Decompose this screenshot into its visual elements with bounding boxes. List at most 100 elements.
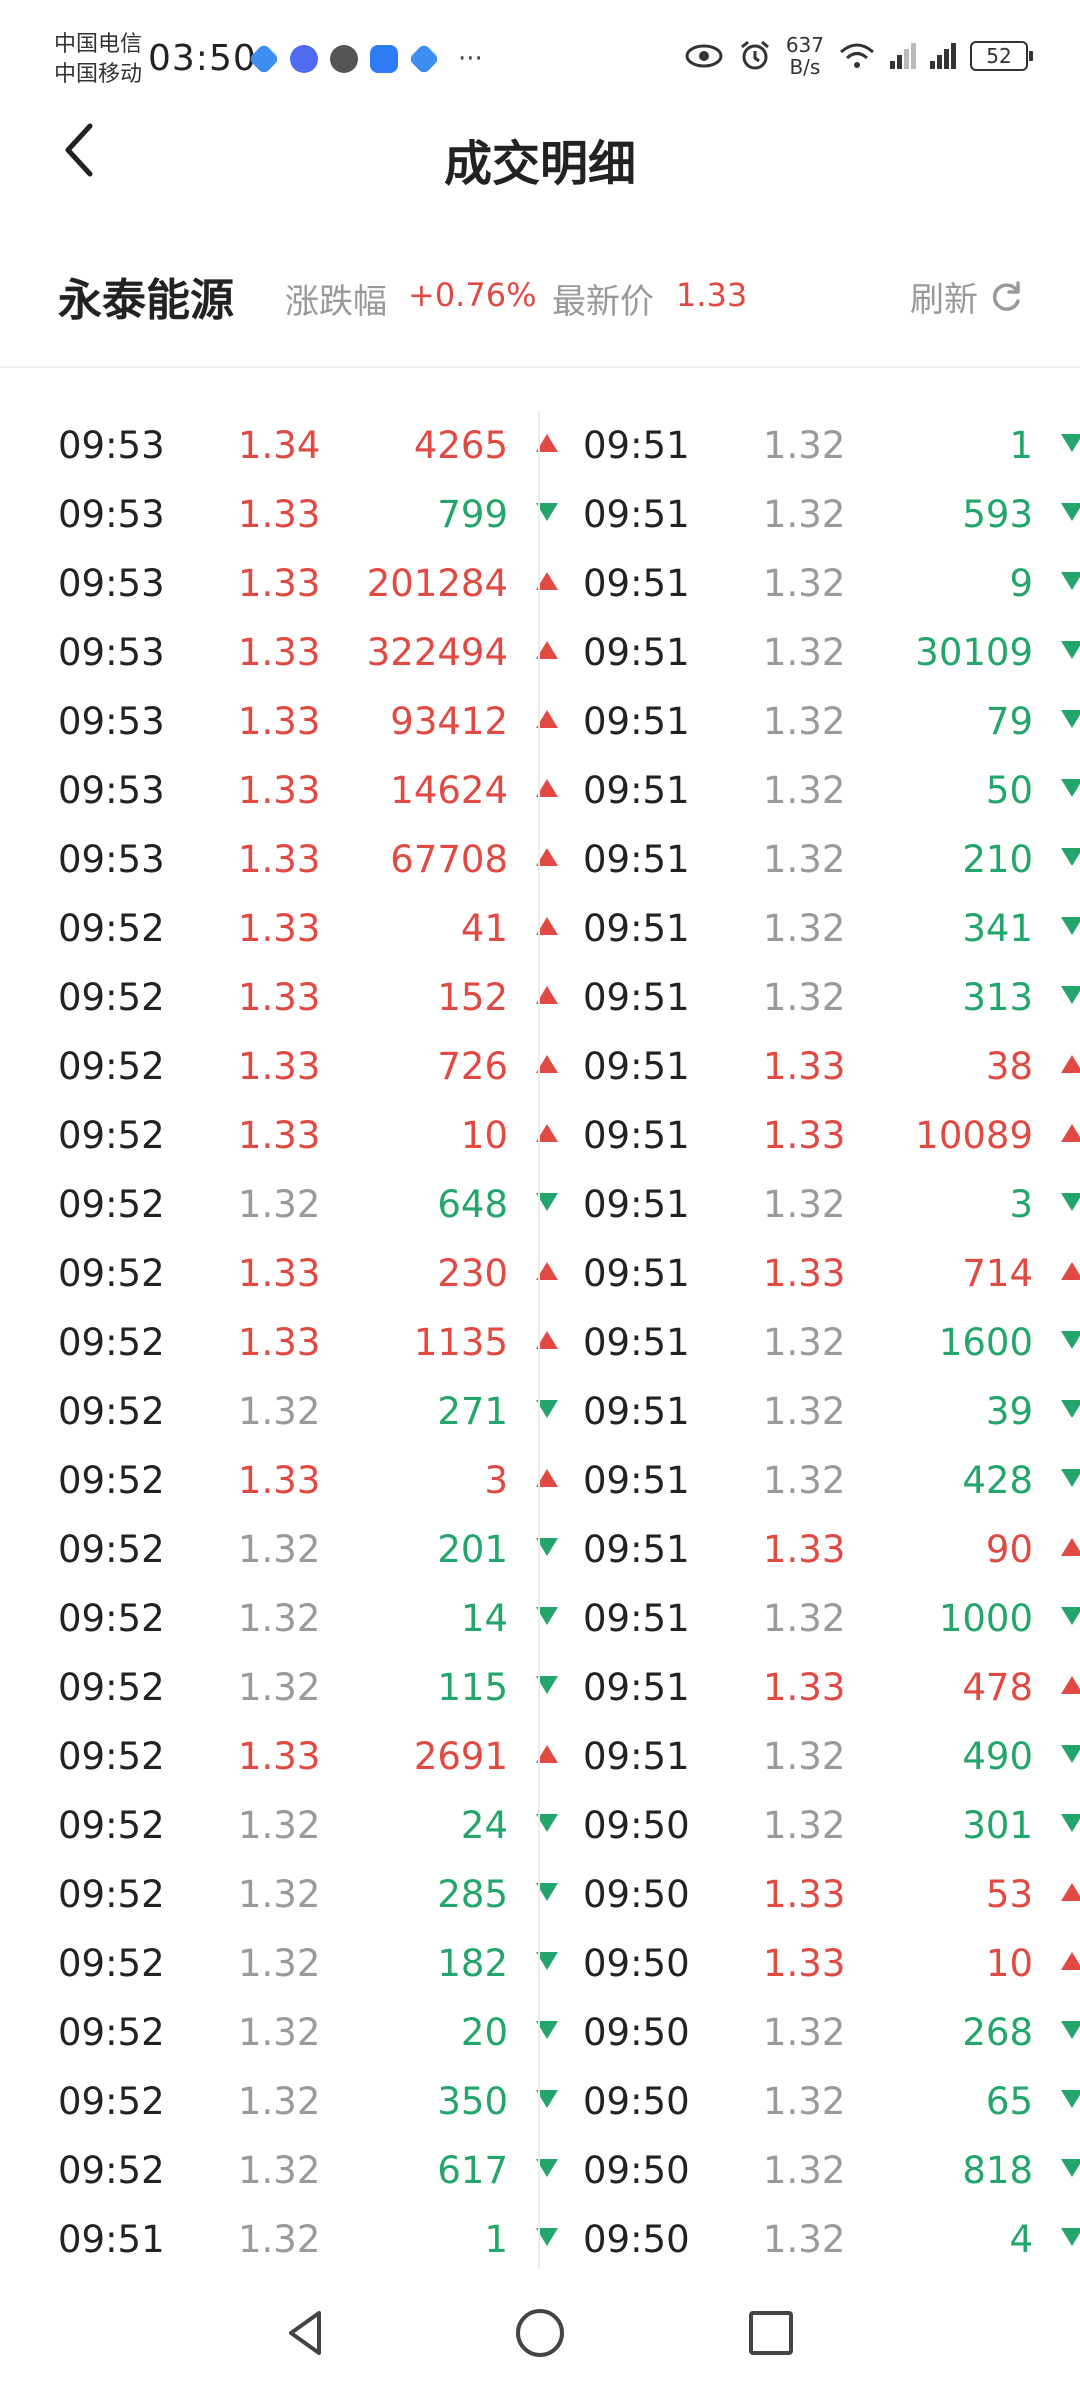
arrow-down-icon: [1061, 2021, 1080, 2039]
trade-row: 09:51 1.32 1: [58, 2204, 568, 2273]
trade-time: 09:50: [583, 2080, 690, 2123]
trade-row: 09:52 1.32 350: [58, 2066, 568, 2135]
trade-row: 09:51 1.32 490: [583, 1721, 1080, 1790]
trade-volume: 350: [437, 2080, 508, 2123]
arrow-up-icon: [1061, 1124, 1080, 1142]
trade-price: 1.32: [763, 1735, 846, 1778]
trade-row: 09:51 1.32 30109: [583, 617, 1080, 686]
arrow-down-icon: [1061, 1469, 1080, 1487]
browser-app-icon-2: [408, 43, 440, 75]
trade-volume: 230: [437, 1252, 508, 1295]
trade-row: 09:51 1.32 313: [583, 962, 1080, 1031]
trade-price: 1.32: [238, 1942, 321, 1985]
trade-price: 1.32: [763, 769, 846, 812]
trade-price: 1.32: [763, 424, 846, 467]
trade-price: 1.32: [763, 493, 846, 536]
trade-row: 09:52 1.32 648: [58, 1169, 568, 1238]
trade-time: 09:53: [58, 700, 165, 743]
trade-time: 09:52: [58, 2011, 165, 2054]
trade-price: 1.33: [238, 976, 321, 1019]
trade-volume: 30109: [915, 631, 1033, 674]
trade-volume: 14624: [390, 769, 508, 812]
nav-back-button[interactable]: [272, 2298, 342, 2368]
trade-volume: 490: [962, 1735, 1033, 1778]
trade-row: 09:50 1.32 268: [583, 1997, 1080, 2066]
price-value: 1.33: [676, 276, 748, 314]
trade-row: 09:50 1.32 4: [583, 2204, 1080, 2273]
trade-price: 1.33: [763, 1252, 846, 1295]
browser-app-icon: [248, 43, 280, 75]
arrow-up-icon: [1061, 1055, 1080, 1073]
trade-volume: 14: [460, 1597, 508, 1640]
trade-row: 09:51 1.33 38: [583, 1031, 1080, 1100]
trade-volume: 593: [962, 493, 1033, 536]
trade-time: 09:52: [58, 1804, 165, 1847]
trade-row: 09:52 1.32 14: [58, 1583, 568, 1652]
nav-home-button[interactable]: [505, 2298, 575, 2368]
trade-price: 1.32: [763, 2218, 846, 2261]
trade-price: 1.33: [763, 1873, 846, 1916]
trade-details-list[interactable]: 09:53 1.34 4265 09:53 1.33 799 09:53 1.33 201284…: [0, 410, 1080, 2270]
trade-time: 09:53: [58, 631, 165, 674]
trade-row: 09:52 1.33 10: [58, 1100, 568, 1169]
trade-row: 09:52 1.32 115: [58, 1652, 568, 1721]
trade-price: 1.33: [238, 562, 321, 605]
trade-row: 09:52 1.32 271: [58, 1376, 568, 1445]
stock-name: 永泰能源: [58, 275, 234, 326]
trade-row: 09:52 1.33 3: [58, 1445, 568, 1514]
trade-row: 09:51 1.32 1: [583, 410, 1080, 479]
trade-volume: 201: [437, 1528, 508, 1571]
trade-time: 09:52: [58, 1252, 165, 1295]
trade-price: 1.33: [763, 1528, 846, 1571]
trade-time: 09:50: [583, 1804, 690, 1847]
trade-price: 1.33: [763, 1666, 846, 1709]
arrow-down-icon: [1061, 2159, 1080, 2177]
refresh-button[interactable]: 刷新: [910, 272, 1024, 321]
trade-row: 09:51 1.32 50: [583, 755, 1080, 824]
speed-value: 637: [785, 33, 824, 57]
trade-volume: 2691: [413, 1735, 508, 1778]
trade-price: 1.32: [763, 907, 846, 950]
trade-volume: 285: [437, 1873, 508, 1916]
trade-time: 09:52: [58, 1321, 165, 1364]
trade-row: 09:53 1.33 322494: [58, 617, 568, 686]
music-app-icon: [290, 45, 318, 73]
arrow-down-icon: [1061, 1607, 1080, 1625]
trade-row: 09:50 1.32 818: [583, 2135, 1080, 2204]
arrow-up-icon: [1061, 1883, 1080, 1901]
trade-price: 1.33: [238, 907, 321, 950]
trade-price: 1.33: [238, 1114, 321, 1157]
trade-time: 09:51: [583, 838, 690, 881]
trade-time: 09:52: [58, 2149, 165, 2192]
trade-volume: 38: [985, 1045, 1033, 1088]
trade-volume: 1: [1009, 424, 1033, 467]
stock-info-bar: 永泰能源 涨跌幅 +0.76% 最新价 1.33 刷新: [0, 250, 1080, 350]
trade-price: 1.33: [238, 769, 321, 812]
trade-time: 09:51: [583, 1666, 690, 1709]
trade-volume: 648: [437, 1183, 508, 1226]
trade-price: 1.33: [763, 1942, 846, 1985]
trade-row: 09:50 1.33 10: [583, 1928, 1080, 1997]
trade-time: 09:52: [58, 907, 165, 950]
trade-row: 09:51 1.32 1000: [583, 1583, 1080, 1652]
alarm-icon: [740, 40, 769, 70]
trade-volume: 1600: [938, 1321, 1033, 1364]
trade-row: 09:52 1.32 617: [58, 2135, 568, 2204]
trade-time: 09:52: [58, 1459, 165, 1502]
trade-time: 09:52: [58, 1114, 165, 1157]
nav-recents-button[interactable]: [736, 2298, 806, 2368]
system-nav-bar: [0, 2278, 1080, 2388]
trade-column-right: 09:51 1.32 1 09:51 1.32 593 09:51 1.32 9 09:51 1.3…: [583, 410, 1080, 2273]
trade-row: 09:50 1.32 65: [583, 2066, 1080, 2135]
trade-row: 09:52 1.32 285: [58, 1859, 568, 1928]
trade-time: 09:51: [583, 1183, 690, 1226]
trade-price: 1.32: [763, 2011, 846, 2054]
trade-volume: 714: [962, 1252, 1033, 1295]
trade-price: 1.32: [238, 2080, 321, 2123]
trade-row: 09:53 1.33 201284: [58, 548, 568, 617]
trade-row: 09:51 1.32 39: [583, 1376, 1080, 1445]
status-right: 637 B/s 52: [684, 33, 1033, 78]
trade-row: 09:51 1.33 90: [583, 1514, 1080, 1583]
trade-time: 09:51: [583, 562, 690, 605]
trade-price: 1.33: [238, 838, 321, 881]
